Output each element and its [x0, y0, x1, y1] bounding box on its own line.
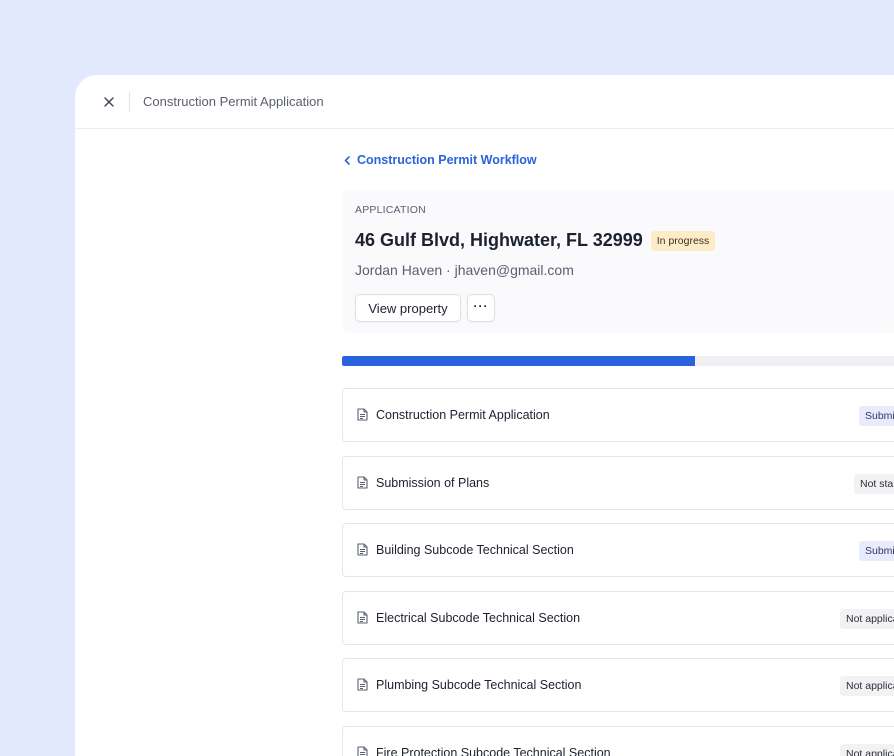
application-eyebrow: APPLICATION: [355, 204, 426, 216]
more-options-button[interactable]: ···: [467, 294, 495, 322]
application-card: APPLICATION 46 Gulf Blvd, Highwater, FL …: [342, 190, 894, 333]
workflow-progress-bar: [342, 356, 894, 366]
status-badge: In progress: [650, 230, 716, 251]
step-status-badge: Not applicable: [840, 743, 894, 756]
step-name: Electrical Subcode Technical Section: [376, 610, 581, 625]
workflow-step[interactable]: Plumbing Subcode Technical Section Not a…: [342, 658, 894, 712]
close-icon[interactable]: [103, 96, 115, 108]
step-status-badge: Submitted: [859, 541, 894, 561]
workflow-step[interactable]: Submission of Plans Not started: [342, 455, 894, 510]
document-icon: [357, 610, 368, 624]
title-bar: Construction Permit Application: [75, 75, 894, 129]
document-icon: [357, 543, 368, 556]
workflow-step[interactable]: Building Subcode Technical Section Submi…: [342, 523, 894, 577]
title-divider: [129, 91, 130, 112]
document-icon: [357, 408, 368, 421]
workflow-steps-list: Construction Permit Application Submitte…: [342, 388, 894, 756]
chevron-left-icon: [344, 155, 350, 165]
view-property-button[interactable]: View property: [355, 294, 461, 322]
application-actions: View property ···: [355, 294, 495, 322]
workflow-step[interactable]: Construction Permit Application Submitte…: [342, 388, 894, 442]
step-status-badge: Not started: [854, 473, 894, 494]
progress-fill: [342, 356, 696, 366]
back-to-workflow-link[interactable]: Construction Permit Workflow: [344, 153, 537, 167]
application-heading: 46 Gulf Blvd, Highwater, FL 32999 In pro…: [355, 230, 716, 251]
window-title: Construction Permit Application: [143, 94, 324, 109]
workflow-step[interactable]: Fire Protection Subcode Technical Sectio…: [342, 725, 894, 756]
step-status-badge: Not applicable: [840, 608, 894, 629]
step-name: Fire Protection Subcode Technical Sectio…: [376, 745, 611, 756]
step-status-badge: Submitted: [859, 406, 894, 426]
applicant-info: Jordan Haven · jhaven@gmail.com: [355, 262, 574, 278]
step-name: Construction Permit Application: [376, 408, 550, 422]
application-address: 46 Gulf Blvd, Highwater, FL 32999: [355, 230, 643, 250]
step-status-badge: Not applicable: [840, 676, 894, 696]
document-icon: [357, 678, 368, 691]
document-icon: [357, 475, 368, 489]
step-name: Plumbing Subcode Technical Section: [376, 678, 582, 692]
back-link-label: Construction Permit Workflow: [357, 153, 537, 167]
application-window: Construction Permit Application Construc…: [75, 75, 894, 756]
document-icon: [357, 745, 368, 756]
step-name: Submission of Plans: [376, 475, 490, 490]
step-name: Building Subcode Technical Section: [376, 543, 574, 557]
workflow-step[interactable]: Electrical Subcode Technical Section Not…: [342, 590, 894, 645]
